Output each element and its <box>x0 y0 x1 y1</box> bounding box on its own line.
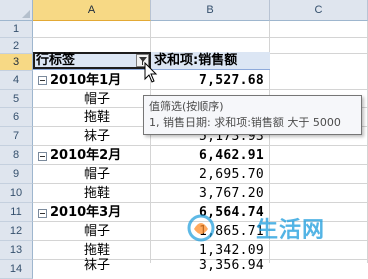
column-header-a[interactable]: A <box>33 0 151 21</box>
select-all-corner[interactable] <box>0 0 33 21</box>
item-label: 袜子 <box>84 258 111 273</box>
group-label: 2010年3月 <box>50 205 122 220</box>
row-header[interactable]: 12 <box>0 222 33 241</box>
gridline-h <box>33 37 368 38</box>
item-label: 拖鞋 <box>84 186 111 201</box>
item-value: 2,695.70 <box>198 167 264 182</box>
item-label: 帽子 <box>84 224 111 239</box>
row-header[interactable]: 7 <box>0 127 33 146</box>
row-header[interactable]: 4 <box>0 71 33 90</box>
filter-tooltip: 值筛选(按顺序) 1, 销售日期: 求和项:销售额 大于 5000 <box>143 95 362 135</box>
pivot-values-header: 求和项:销售额 <box>154 53 238 68</box>
row-header[interactable]: 10 <box>0 184 33 203</box>
row-header[interactable]: 8 <box>0 146 33 165</box>
item-label: 袜子 <box>84 129 111 144</box>
row-header[interactable]: 6 <box>0 108 33 127</box>
watermark-logo-icon <box>187 214 215 242</box>
group-label: 2010年2月 <box>50 148 122 163</box>
row-header[interactable]: 11 <box>0 203 33 222</box>
mouse-pointer-icon <box>144 62 158 83</box>
spreadsheet-grid[interactable]: A B C 1 2 3 4 5 6 7 8 9 10 11 12 13 14 行… <box>0 0 368 279</box>
pivot-row-labels-header: 行标签 <box>36 53 76 68</box>
column-header-b[interactable]: B <box>151 0 270 21</box>
group-value: 6,462.91 <box>198 148 264 163</box>
collapse-minus-icon[interactable] <box>38 209 47 218</box>
row-header[interactable]: 9 <box>0 165 33 184</box>
item-label: 帽子 <box>84 92 111 107</box>
collapse-minus-icon[interactable] <box>38 76 47 85</box>
tooltip-title: 值筛选(按顺序) <box>149 100 224 113</box>
row-header[interactable]: 13 <box>0 241 33 260</box>
row-header[interactable]: 2 <box>0 38 33 54</box>
item-value: 3,356.94 <box>198 258 264 273</box>
item-label: 拖鞋 <box>84 110 111 125</box>
collapse-minus-icon[interactable] <box>38 152 47 161</box>
column-header-c[interactable]: C <box>270 0 368 21</box>
watermark-text: 生活网 <box>256 218 326 243</box>
group-label: 2010年1月 <box>50 73 122 88</box>
tooltip-filter-description: 1, 销售日期: 求和项:销售额 大于 5000 <box>149 116 341 129</box>
row-header[interactable]: 1 <box>0 21 33 38</box>
item-value: 3,767.20 <box>198 186 264 201</box>
row-header[interactable]: 5 <box>0 90 33 108</box>
item-label: 帽子 <box>84 167 111 182</box>
row-header[interactable]: 3 <box>0 54 33 71</box>
group-value: 7,527.68 <box>198 73 264 88</box>
